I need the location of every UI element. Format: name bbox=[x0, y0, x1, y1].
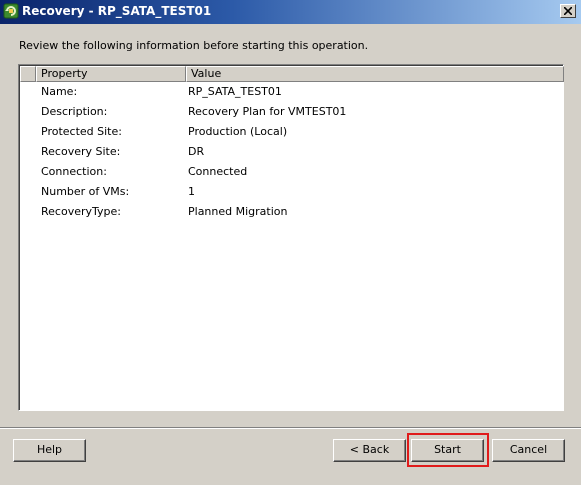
help-button-bevel bbox=[14, 440, 85, 461]
value-cell: 1 bbox=[188, 185, 195, 198]
button-separator bbox=[0, 427, 581, 429]
table-row[interactable]: Recovery Site: DR bbox=[20, 142, 563, 162]
value-cell: Recovery Plan for VMTEST01 bbox=[188, 105, 347, 118]
column-header-spacer bbox=[20, 66, 36, 82]
table-row[interactable]: Description: Recovery Plan for VMTEST01 bbox=[20, 102, 563, 122]
close-button[interactable] bbox=[560, 4, 576, 18]
table-row[interactable]: Connection: Connected bbox=[20, 162, 563, 182]
value-cell: DR bbox=[188, 145, 205, 158]
value-cell: Connected bbox=[188, 165, 248, 178]
start-button-bevel bbox=[412, 440, 483, 461]
title-bar: Recovery - RP_SATA_TEST01 bbox=[0, 0, 581, 24]
table-row[interactable]: Number of VMs: 1 bbox=[20, 182, 563, 202]
value-cell: Planned Migration bbox=[188, 205, 288, 218]
close-icon bbox=[564, 7, 572, 15]
table-row[interactable]: Name: RP_SATA_TEST01 bbox=[20, 82, 563, 102]
column-header-property[interactable]: Property bbox=[36, 66, 186, 82]
property-cell: Protected Site: bbox=[41, 125, 122, 138]
window-title: Recovery - RP_SATA_TEST01 bbox=[22, 4, 212, 18]
column-header-value[interactable]: Value bbox=[186, 66, 564, 82]
summary-list[interactable]: Property Value Name: RP_SATA_TEST01 Desc… bbox=[18, 64, 564, 411]
property-cell: RecoveryType: bbox=[41, 205, 121, 218]
table-row[interactable]: Protected Site: Production (Local) bbox=[20, 122, 563, 142]
recovery-plan-icon bbox=[3, 3, 19, 19]
back-button-bevel bbox=[334, 440, 405, 461]
property-cell: Recovery Site: bbox=[41, 145, 121, 158]
property-cell: Name: bbox=[41, 85, 78, 98]
table-row[interactable]: RecoveryType: Planned Migration bbox=[20, 202, 563, 222]
value-cell: Production (Local) bbox=[188, 125, 288, 138]
property-cell: Number of VMs: bbox=[41, 185, 130, 198]
property-cell: Connection: bbox=[41, 165, 107, 178]
intro-text: Review the following information before … bbox=[19, 39, 369, 52]
start-button[interactable]: Start bbox=[411, 439, 484, 462]
help-button[interactable]: Help bbox=[13, 439, 86, 462]
cancel-button[interactable]: Cancel bbox=[492, 439, 565, 462]
back-button[interactable]: < Back bbox=[333, 439, 406, 462]
property-cell: Description: bbox=[41, 105, 108, 118]
table-body: Name: RP_SATA_TEST01 Description: Recove… bbox=[20, 82, 563, 222]
summary-list-frame: Property Value Name: RP_SATA_TEST01 Desc… bbox=[19, 65, 564, 410]
value-cell: RP_SATA_TEST01 bbox=[188, 85, 282, 98]
cancel-button-bevel bbox=[493, 440, 564, 461]
